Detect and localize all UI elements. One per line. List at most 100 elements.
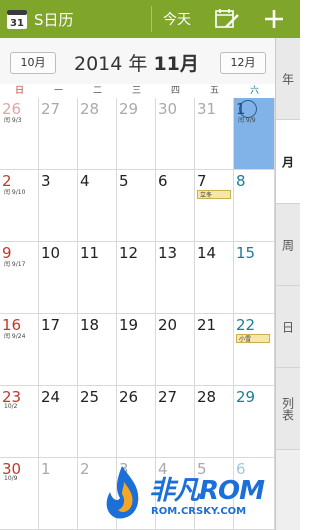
day-number: 12 xyxy=(119,244,139,262)
calendar-edit-icon[interactable] xyxy=(214,7,240,31)
view-tab[interactable]: 年 xyxy=(276,38,300,120)
day-cell[interactable]: 30 10/9 xyxy=(0,458,39,530)
day-cell[interactable]: 30 xyxy=(156,98,195,170)
day-number: 30 xyxy=(158,100,178,118)
day-cell[interactable]: 27 xyxy=(39,98,78,170)
watermark-brand: 非凡ROM xyxy=(149,476,265,506)
day-number: 15 xyxy=(236,244,256,262)
day-cell[interactable]: 28 xyxy=(78,98,117,170)
day-number: 27 xyxy=(41,100,61,118)
day-number: 7 xyxy=(197,172,207,190)
day-cell[interactable]: 1闰 9/9 xyxy=(234,98,275,170)
day-number: 6 xyxy=(158,172,168,190)
today-button[interactable]: 今天 xyxy=(163,9,191,29)
view-tab[interactable]: 月 xyxy=(276,120,300,204)
day-number: 10 xyxy=(41,244,61,262)
day-cell[interactable]: 24 xyxy=(39,386,78,458)
day-cell[interactable]: 21 xyxy=(195,314,234,386)
day-cell[interactable]: 29 xyxy=(117,98,156,170)
day-number: 29 xyxy=(236,388,256,406)
flame-logo-icon xyxy=(106,466,139,519)
day-cell[interactable]: 4 xyxy=(78,170,117,242)
lunar-date: 闰 9/24 xyxy=(4,333,26,340)
view-tab-label: 月 xyxy=(280,155,295,168)
day-number: 8 xyxy=(236,172,246,190)
weekday-label: 四 xyxy=(170,86,180,96)
view-tab[interactable]: 列表 xyxy=(276,368,300,450)
day-cell[interactable]: 13 xyxy=(156,242,195,314)
day-cell[interactable]: 16 闰 9/24 xyxy=(0,314,39,386)
day-number: 25 xyxy=(80,388,100,406)
day-number: 28 xyxy=(197,388,217,406)
day-cell[interactable]: 18 xyxy=(78,314,117,386)
lunar-date: 10/9 xyxy=(4,475,18,482)
day-number: 3 xyxy=(41,172,51,190)
day-number: 17 xyxy=(41,316,61,334)
day-number: 19 xyxy=(119,316,139,334)
day-cell[interactable]: 2闰 9/10 xyxy=(0,170,39,242)
day-number: 31 xyxy=(197,100,217,118)
lunar-date: 闰 9/17 xyxy=(4,261,26,268)
day-cell[interactable]: 11 xyxy=(78,242,117,314)
view-tab-label: 日 xyxy=(280,320,295,333)
day-number: 4 xyxy=(80,172,90,190)
year-text: 2014 年 xyxy=(74,53,154,75)
day-number: 13 xyxy=(158,244,178,262)
day-cell[interactable]: 19 xyxy=(117,314,156,386)
day-cell[interactable]: 28 xyxy=(195,386,234,458)
day-cell[interactable]: 15 xyxy=(234,242,275,314)
view-tab[interactable]: 日 xyxy=(276,286,300,368)
month-navigation: 10月 2014 年 11月 12月 xyxy=(0,38,275,84)
view-tab[interactable]: 周 xyxy=(276,204,300,286)
day-cell[interactable]: 9闰 9/17 xyxy=(0,242,39,314)
weekday-label: 三 xyxy=(131,86,141,96)
day-cell[interactable]: 5 xyxy=(117,170,156,242)
lunar-date: 闰 9/9 xyxy=(238,117,256,124)
next-month-button[interactable]: 12月 xyxy=(220,52,266,74)
view-tab-label: 列表 xyxy=(280,396,295,421)
day-cell[interactable]: 29 xyxy=(234,386,275,458)
day-cell[interactable]: 3 xyxy=(39,170,78,242)
day-cell[interactable]: 10 xyxy=(39,242,78,314)
view-tab-label: 周 xyxy=(280,238,295,251)
view-tab-label: 年 xyxy=(280,72,295,85)
toolbar-divider xyxy=(151,6,152,32)
day-cell[interactable]: 27 xyxy=(156,386,195,458)
solar-term-badge: 小雪 xyxy=(236,334,270,343)
day-number: 28 xyxy=(80,100,100,118)
calendar-app-icon: 31 xyxy=(7,10,27,29)
lunar-date: 闰 9/3 xyxy=(4,117,22,124)
day-cell[interactable]: 26 闰 9/3 xyxy=(0,98,39,170)
day-cell[interactable]: 7 立冬 xyxy=(195,170,234,242)
calendar-icon-day: 31 xyxy=(10,18,24,29)
day-number: 24 xyxy=(41,388,61,406)
day-cell[interactable]: 14 xyxy=(195,242,234,314)
day-cell[interactable]: 22 小雪 xyxy=(234,314,275,386)
weekday-label: 五 xyxy=(209,86,219,96)
app-bar: 31 S日历 今天 xyxy=(0,0,300,38)
lunar-date: 10/2 xyxy=(4,403,18,410)
day-cell[interactable]: 17 xyxy=(39,314,78,386)
day-cell[interactable]: 1 xyxy=(39,458,78,530)
day-number: 1 xyxy=(41,460,51,478)
day-cell[interactable]: 25 xyxy=(78,386,117,458)
day-cell[interactable]: 23 10/2 xyxy=(0,386,39,458)
day-cell[interactable]: 31 xyxy=(195,98,234,170)
weekday-label: 一 xyxy=(53,86,63,96)
day-cell[interactable]: 12 xyxy=(117,242,156,314)
weekday-label: 六 xyxy=(249,86,259,96)
day-cell[interactable]: 20 xyxy=(156,314,195,386)
add-event-icon[interactable] xyxy=(262,7,286,31)
day-cell[interactable]: 8 xyxy=(234,170,275,242)
day-number: 29 xyxy=(119,100,139,118)
prev-month-button[interactable]: 10月 xyxy=(10,52,56,74)
day-number: 14 xyxy=(197,244,217,262)
day-number: 18 xyxy=(80,316,100,334)
day-number: 22 xyxy=(236,316,256,334)
weekday-label: 日 xyxy=(14,86,24,96)
day-cell[interactable]: 26 xyxy=(117,386,156,458)
view-tabs: 年月周日列表 xyxy=(275,38,300,530)
day-number: 27 xyxy=(158,388,178,406)
day-cell[interactable]: 6 xyxy=(156,170,195,242)
watermark-url: ROM.CRSKY.COM xyxy=(151,506,247,517)
